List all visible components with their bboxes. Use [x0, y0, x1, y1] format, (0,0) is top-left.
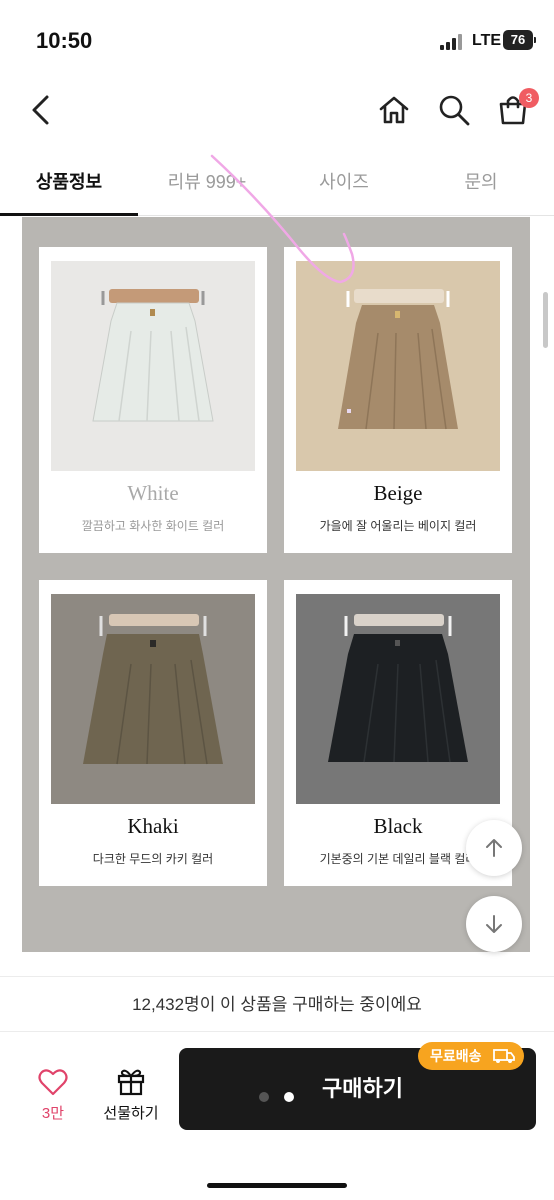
gift-button[interactable]: 선물하기	[96, 1064, 166, 1124]
skirt-photo-white	[51, 261, 255, 471]
like-count: 3만	[41, 1105, 65, 1122]
color-name: White	[127, 481, 179, 505]
tab-reviews[interactable]: 리뷰 999+	[140, 158, 274, 216]
home-icon	[379, 96, 409, 124]
back-button[interactable]	[22, 90, 62, 130]
skirt-photo-khaki	[51, 594, 255, 804]
search-button[interactable]	[434, 90, 474, 130]
cart-count-badge: 3	[519, 88, 539, 108]
gift-label: 선물하기	[103, 1105, 159, 1122]
top-nav: 3	[0, 80, 554, 144]
tab-size[interactable]: 사이즈	[276, 158, 412, 216]
skirt-photo-black	[296, 594, 500, 804]
color-description: 깔끔하고 화사한 화이트 컬러	[81, 519, 225, 533]
gift-icon	[117, 1069, 145, 1096]
scroll-to-top-button[interactable]	[466, 820, 522, 876]
arrow-up-icon	[486, 839, 502, 857]
free-shipping-label: 무료배송	[430, 1048, 482, 1064]
like-button[interactable]: 3만	[24, 1064, 82, 1124]
scroll-to-bottom-button[interactable]	[466, 896, 522, 952]
arrow-down-icon	[486, 915, 502, 933]
heart-icon	[38, 1069, 68, 1096]
battery-icon: 76	[503, 30, 536, 50]
product-detail-image: White 깔끔하고 화사한 화이트 컬러 Beige 가을에 잘 어울리는 베…	[22, 217, 530, 952]
skirt-photo-beige	[296, 261, 500, 471]
color-description: 다크한 무드의 카키 컬러	[92, 852, 214, 866]
tab-inquiry[interactable]: 문의	[412, 158, 550, 216]
cart-button[interactable]: 3	[493, 88, 539, 130]
color-option-card: Khaki 다크한 무드의 카키 컬러	[39, 580, 267, 886]
color-description: 가을에 잘 어울리는 베이지 컬러	[319, 519, 477, 533]
scrollbar[interactable]	[543, 292, 548, 348]
color-name: Khaki	[127, 814, 179, 838]
color-option-card: Beige 가을에 잘 어울리는 베이지 컬러	[284, 247, 512, 553]
color-option-card: White 깔끔하고 화사한 화이트 컬러	[39, 247, 267, 553]
back-icon	[32, 95, 49, 125]
home-button[interactable]	[374, 90, 414, 130]
purchase-activity-text: 12,432명이 이 상품을 구매하는 중이에요	[0, 976, 554, 1032]
search-icon	[439, 95, 470, 126]
product-tabs: 상품정보 리뷰 999+ 사이즈 문의	[0, 158, 554, 216]
network-label: LTE	[472, 32, 502, 49]
free-shipping-badge: 무료배송	[418, 1042, 524, 1070]
tab-product-info[interactable]: 상품정보	[0, 158, 138, 216]
color-name: Beige	[373, 481, 423, 505]
status-bar: 10:50 LTE 76	[0, 0, 554, 80]
truck-icon	[493, 1049, 515, 1063]
signal-icon	[440, 34, 466, 50]
home-indicator[interactable]	[207, 1183, 347, 1188]
status-time: 10:50	[36, 28, 93, 53]
